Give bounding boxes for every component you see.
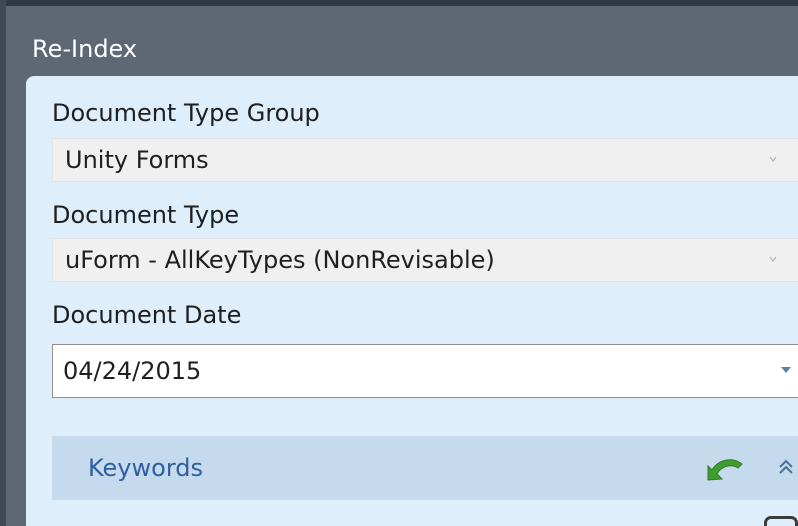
keywords-label: Keywords bbox=[88, 454, 204, 482]
chevron-down-icon bbox=[769, 156, 777, 162]
reindex-window: Re-Index Document Type Group Unity Forms… bbox=[0, 0, 798, 526]
reindex-arrow-icon[interactable] bbox=[704, 452, 748, 484]
document-type-label: Document Type bbox=[52, 201, 240, 229]
document-type-group-value: Unity Forms bbox=[65, 146, 209, 174]
reindex-panel: Document Type Group Unity Forms Document… bbox=[26, 76, 798, 526]
document-type-select[interactable]: uForm - AllKeyTypes (NonRevisable) bbox=[52, 238, 798, 282]
document-type-value: uForm - AllKeyTypes (NonRevisable) bbox=[65, 246, 495, 274]
document-date-field[interactable]: 04/24/2015 bbox=[52, 344, 798, 398]
document-type-group-select[interactable]: Unity Forms bbox=[52, 138, 798, 182]
window-title: Re-Index bbox=[32, 35, 138, 63]
document-date-value: 04/24/2015 bbox=[63, 357, 202, 385]
collapse-up-icon[interactable] bbox=[776, 456, 796, 478]
document-type-group-label: Document Type Group bbox=[52, 99, 320, 127]
window-titlebar: Re-Index bbox=[6, 0, 798, 76]
partial-icon bbox=[764, 516, 798, 526]
document-date-label: Document Date bbox=[52, 301, 242, 329]
keywords-section-header[interactable]: Keywords bbox=[52, 436, 798, 500]
date-dropdown-icon[interactable] bbox=[781, 367, 791, 373]
chevron-down-icon bbox=[769, 256, 777, 262]
